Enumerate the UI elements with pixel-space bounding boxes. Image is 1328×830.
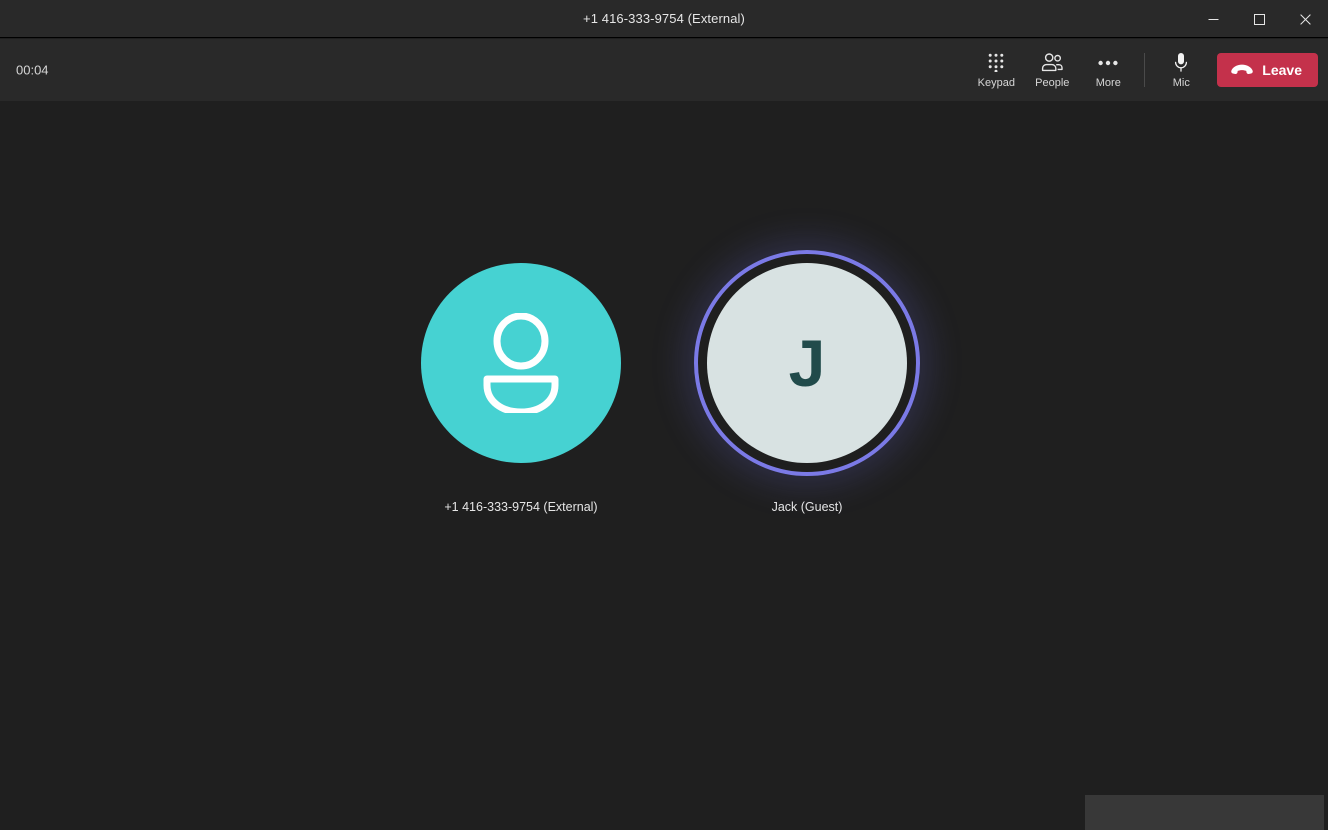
mic-icon <box>1173 52 1189 74</box>
person-icon <box>483 313 559 413</box>
participant-grid: +1 416-333-9754 (External) J Jack (Guest… <box>0 101 1328 661</box>
leave-label: Leave <box>1262 62 1302 78</box>
page-title: +1 416-333-9754 (External) <box>583 11 745 26</box>
toolbar-divider <box>1144 53 1146 87</box>
mic-button[interactable]: Mic <box>1153 43 1209 97</box>
keypad-icon <box>988 52 1004 74</box>
teams-call-window: +1 416-333-9754 (External) 00:04 Keypad … <box>0 0 1328 830</box>
people-icon <box>1041 52 1063 74</box>
people-label: People <box>1035 76 1070 89</box>
hangup-icon <box>1231 62 1254 78</box>
mic-label: Mic <box>1172 76 1190 89</box>
title-bar: +1 416-333-9754 (External) <box>0 0 1328 38</box>
close-button[interactable] <box>1282 0 1328 38</box>
call-stage: +1 416-333-9754 (External) J Jack (Guest… <box>0 101 1328 830</box>
call-toolbar: 00:04 Keypad People More Mic Leave <box>0 39 1328 101</box>
avatar: J <box>707 263 907 463</box>
avatar-wrapper <box>406 248 636 478</box>
self-view-tile[interactable]: T <box>1085 795 1324 830</box>
avatar-initial: J <box>788 326 826 400</box>
participant-name: +1 416-333-9754 (External) <box>444 500 598 514</box>
avatar-wrapper: J <box>692 248 922 478</box>
keypad-label: Keypad <box>977 76 1015 89</box>
minimize-button[interactable] <box>1190 0 1236 38</box>
participant-tile[interactable]: +1 416-333-9754 (External) <box>406 248 636 514</box>
call-timer: 00:04 <box>16 62 49 78</box>
toolbar-actions: Keypad People More Mic Leave <box>968 39 1328 101</box>
window-controls <box>1190 0 1328 38</box>
more-label: More <box>1095 76 1121 89</box>
people-button[interactable]: People <box>1024 43 1080 97</box>
minimize-icon <box>1208 18 1218 20</box>
maximize-icon <box>1253 13 1265 25</box>
close-icon <box>1299 13 1311 25</box>
participant-name: Jack (Guest) <box>771 500 843 514</box>
leave-button[interactable]: Leave <box>1217 53 1318 87</box>
keypad-button[interactable]: Keypad <box>968 43 1024 97</box>
more-icon <box>1098 52 1118 74</box>
maximize-button[interactable] <box>1236 0 1282 38</box>
avatar <box>421 263 621 463</box>
more-button[interactable]: More <box>1080 43 1136 97</box>
participant-tile[interactable]: J Jack (Guest) <box>692 248 922 514</box>
